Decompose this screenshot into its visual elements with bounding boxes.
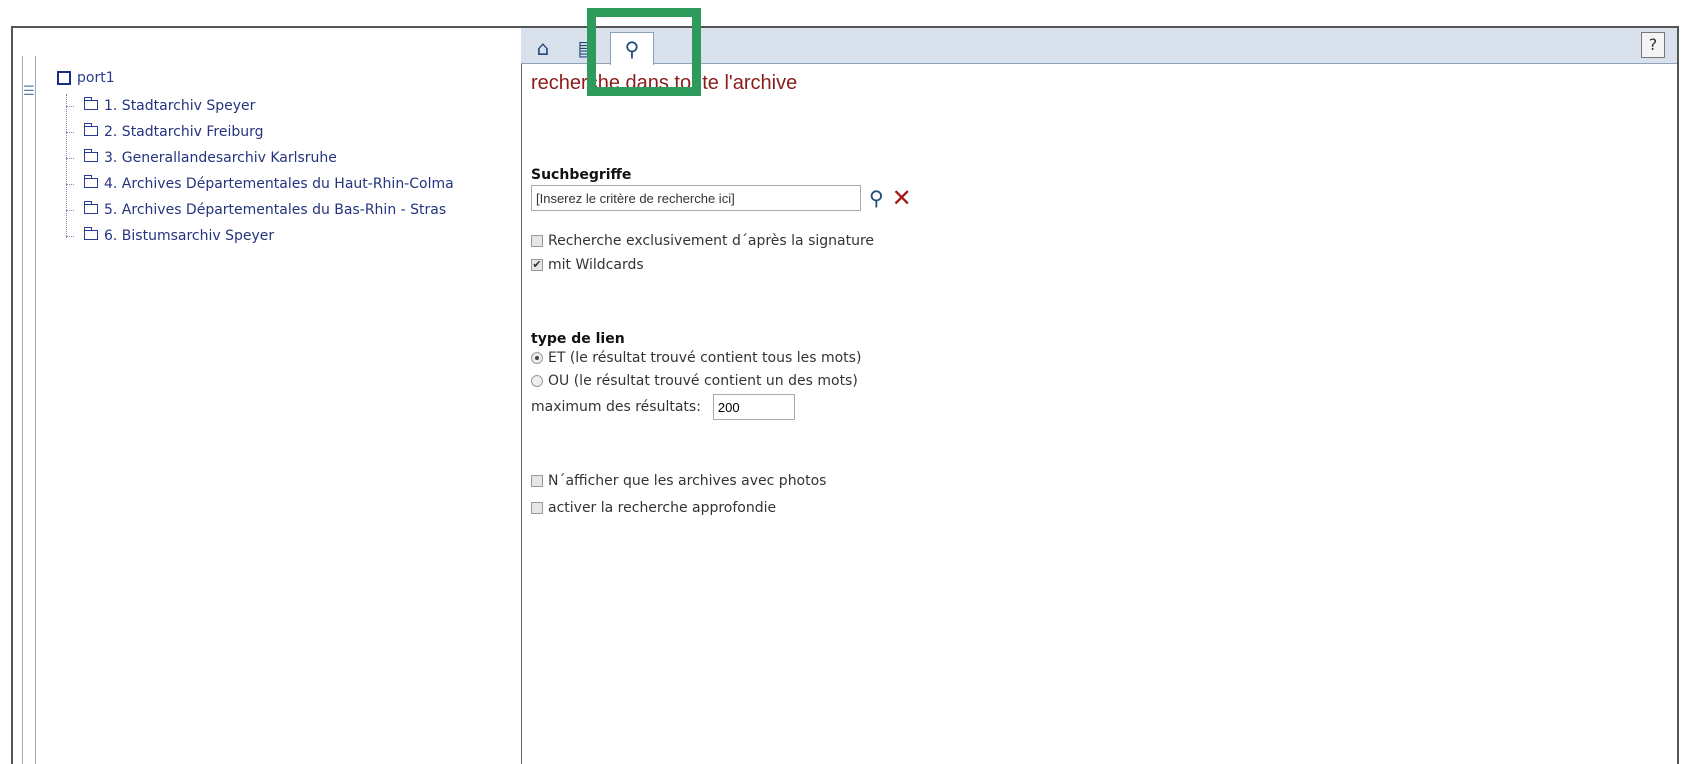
signature-only-label: Recherche exclusivement d´après la signa… [548, 233, 875, 249]
root-node-icon [57, 71, 71, 85]
tree-item-label: 2. Stadtarchiv Freiburg [104, 124, 264, 140]
link-type-and-option[interactable]: ET (le résultat trouvé contient tous les… [531, 350, 861, 366]
advanced-search-label: activer la recherche approfondie [548, 500, 777, 516]
search-panel: ⌂ ▤ ⚲ ? recherche dans toute l'archive S… [521, 28, 1677, 764]
photos-only-label: N´afficher que les archives avec photos [548, 473, 827, 489]
folder-icon [84, 123, 98, 136]
list-icon[interactable]: ☰ [21, 84, 37, 100]
link-type-or-option[interactable]: OU (le résultat trouvé contient un des m… [531, 373, 858, 389]
wildcards-checkbox[interactable]: ✔ [531, 259, 543, 271]
link-type-label: type de lien [531, 331, 625, 347]
tree-item[interactable]: 3. Generallandesarchiv Karlsruhe [66, 146, 524, 172]
tree-view-icon: ▤ [577, 36, 597, 60]
link-type-and-label: ET (le résultat trouvé contient tous les… [548, 350, 862, 366]
tree-item[interactable]: 5. Archives Départementales du Bas-Rhin … [66, 198, 524, 224]
tree-root-label: port1 [77, 70, 115, 86]
folder-icon [84, 201, 98, 214]
advanced-search-checkbox[interactable] [531, 502, 543, 514]
link-type-or-radio[interactable] [531, 375, 543, 387]
advanced-search-option[interactable]: activer la recherche approfondie [531, 500, 776, 516]
tab-tree-view[interactable]: ▤ [565, 32, 609, 64]
tree-item-label: 1. Stadtarchiv Speyer [104, 98, 256, 114]
search-label: Suchbegriffe [531, 167, 632, 183]
signature-only-option[interactable]: Recherche exclusivement d´après la signa… [531, 233, 874, 249]
link-type-or-label: OU (le résultat trouvé contient un des m… [548, 373, 858, 389]
tab-home[interactable]: ⌂ [521, 32, 565, 64]
tree-item-label: 5. Archives Départementales du Bas-Rhin … [104, 202, 447, 218]
wildcards-option[interactable]: ✔ mit Wildcards [531, 257, 644, 273]
tree-item[interactable]: 4. Archives Départementales du Haut-Rhin… [66, 172, 524, 198]
tree-item-label: 6. Bistumsarchiv Speyer [104, 228, 275, 244]
search-button-icon[interactable]: ⚲ [869, 186, 884, 210]
signature-only-checkbox[interactable] [531, 235, 543, 247]
tab-search[interactable]: ⚲ [610, 32, 654, 65]
tree-item[interactable]: 1. Stadtarchiv Speyer [66, 94, 524, 120]
help-button[interactable]: ? [1641, 32, 1665, 58]
tree-list: 1. Stadtarchiv Speyer 2. Stadtarchiv Fre… [66, 94, 524, 250]
folder-icon [84, 175, 98, 188]
photos-only-checkbox[interactable] [531, 475, 543, 487]
photos-only-option[interactable]: N´afficher que les archives avec photos [531, 473, 826, 489]
tree-item[interactable]: 2. Stadtarchiv Freiburg [66, 120, 524, 146]
tree-root[interactable]: port1 [57, 70, 115, 86]
max-results-label: maximum des résultats: [531, 399, 701, 415]
folder-icon [84, 227, 98, 240]
link-type-and-radio[interactable] [531, 352, 543, 364]
wildcards-label: mit Wildcards [548, 257, 644, 273]
folder-icon [84, 97, 98, 110]
search-input[interactable] [531, 185, 861, 211]
search-row: ⚲ ✕ [531, 185, 912, 211]
binoculars-icon: ⚲ [624, 37, 640, 61]
tree-item[interactable]: 6. Bistumsarchiv Speyer [66, 224, 524, 250]
tree-item-label: 4. Archives Départementales du Haut-Rhin… [104, 176, 454, 192]
tree-item-label: 3. Generallandesarchiv Karlsruhe [104, 150, 337, 166]
page-title: recherche dans toute l'archive [531, 72, 798, 94]
clear-search-icon[interactable]: ✕ [892, 186, 912, 210]
folder-icon [84, 149, 98, 162]
tree-rail[interactable] [22, 56, 36, 764]
home-icon: ⌂ [536, 36, 550, 60]
max-results-input[interactable] [712, 394, 795, 420]
tab-bar: ⌂ ▤ ⚲ ? [521, 28, 1677, 65]
max-results-row: maximum des résultats: [531, 394, 795, 420]
